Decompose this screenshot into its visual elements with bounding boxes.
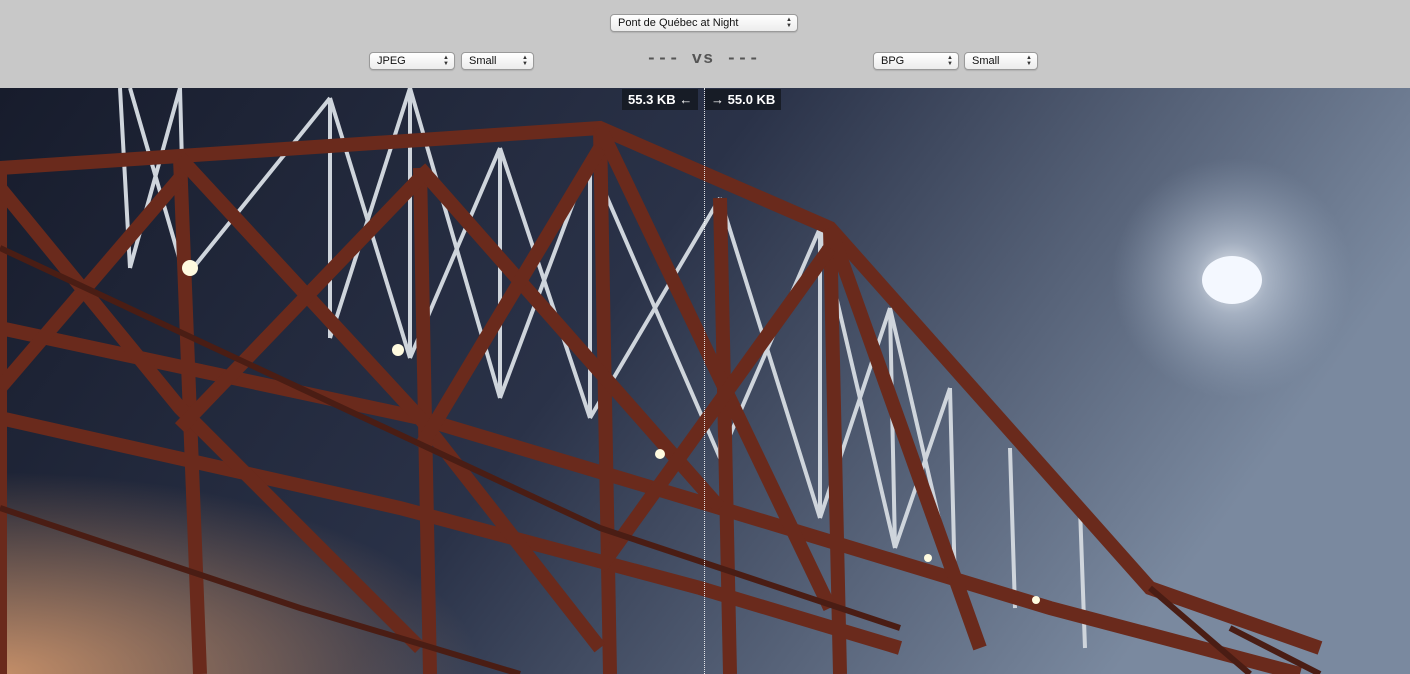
right-codec-select[interactable]: BPG ▲ ▼ bbox=[873, 52, 959, 70]
bridge-photo bbox=[0, 88, 1410, 674]
left-file-size-badge: 55.3 KB ← bbox=[622, 89, 699, 110]
select-arrows-icon: ▲ ▼ bbox=[947, 55, 953, 67]
right-arrow-icon: → bbox=[711, 92, 724, 107]
image-select[interactable]: Pont de Québec at Night ▲ ▼ bbox=[610, 14, 798, 32]
right-file-size-badge: → 55.0 KB bbox=[705, 89, 782, 110]
vs-right-placeholder: --- bbox=[726, 50, 760, 69]
image-select-value: Pont de Québec at Night bbox=[618, 17, 739, 29]
moon bbox=[1202, 256, 1262, 304]
left-file-size: 55.3 KB bbox=[628, 92, 676, 107]
bridge-lamp bbox=[392, 344, 404, 356]
bridge-lamp bbox=[182, 260, 198, 276]
select-arrows-icon: ▲ ▼ bbox=[443, 55, 449, 67]
left-arrow-icon: ← bbox=[679, 92, 693, 107]
right-file-size: 55.0 KB bbox=[727, 92, 776, 107]
comparison-divider[interactable] bbox=[704, 88, 705, 674]
bridge-lamp bbox=[1032, 596, 1040, 604]
right-size-value: Small bbox=[972, 55, 1000, 67]
right-codec-value: BPG bbox=[881, 55, 905, 67]
bridge-lamp bbox=[924, 554, 932, 562]
left-codec-value: JPEG bbox=[377, 55, 406, 67]
left-size-value: Small bbox=[469, 55, 497, 67]
vs-left-placeholder: --- bbox=[646, 50, 680, 69]
select-arrows-icon: ▲ ▼ bbox=[1026, 55, 1032, 67]
comparison-toolbar: Pont de Québec at Night ▲ ▼ JPEG ▲ ▼ Small… bbox=[0, 0, 1410, 88]
vs-label: vs bbox=[691, 50, 715, 69]
left-codec-select[interactable]: JPEG ▲ ▼ bbox=[369, 52, 455, 70]
select-arrows-icon: ▲ ▼ bbox=[786, 17, 792, 29]
right-size-select[interactable]: Small ▲ ▼ bbox=[964, 52, 1038, 70]
select-arrows-icon: ▲ ▼ bbox=[522, 55, 528, 67]
bridge-lamp bbox=[655, 449, 665, 459]
comparison-image-viewer[interactable] bbox=[0, 88, 1410, 674]
left-size-select[interactable]: Small ▲ ▼ bbox=[461, 52, 534, 70]
